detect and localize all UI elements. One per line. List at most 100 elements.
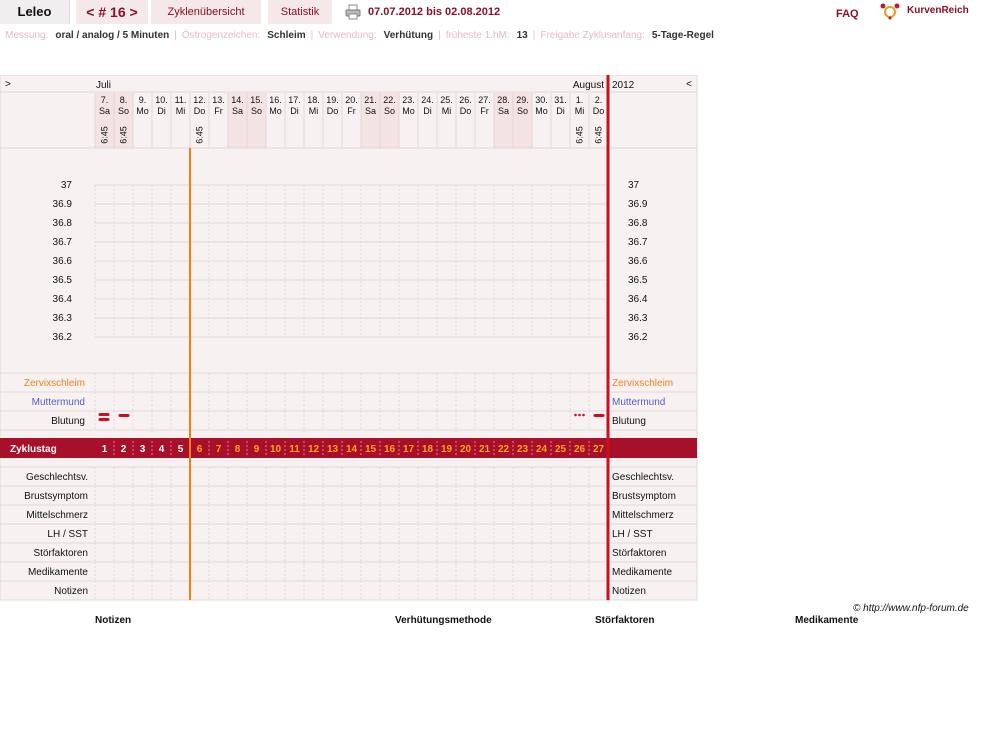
day-number: 25. bbox=[440, 95, 453, 105]
separator: | bbox=[310, 30, 314, 41]
weekday: Mo bbox=[535, 106, 548, 116]
row-label-cervical-mucus-right: Zervixschleim bbox=[612, 378, 673, 389]
day-number: 7. bbox=[101, 95, 109, 105]
temp-tick-right: 36.8 bbox=[628, 218, 648, 229]
cycle-day-number: 25 bbox=[555, 444, 567, 455]
setting-value-earliest: 13 bbox=[516, 30, 528, 41]
bleeding-mark bbox=[98, 413, 110, 416]
weekday: Fr bbox=[480, 106, 489, 116]
faq-link[interactable]: FAQ bbox=[836, 8, 859, 20]
cycle-day-number: 6 bbox=[197, 444, 203, 455]
temp-tick-left: 36.7 bbox=[53, 237, 73, 248]
weekday: So bbox=[384, 106, 395, 116]
cycle-day-number: 4 bbox=[159, 444, 165, 455]
cycle-navigator[interactable]: < # 16 > bbox=[76, 0, 148, 24]
day-number: 27. bbox=[478, 95, 491, 105]
cycle-day-number: 21 bbox=[479, 444, 491, 455]
row-label-cervix-right: Muttermund bbox=[612, 397, 665, 408]
setting-label-measurement: Messung: bbox=[5, 30, 49, 41]
bottom-row-label-right: Brustsymptom bbox=[612, 491, 676, 502]
logo-icon bbox=[880, 3, 900, 20]
temp-tick-right: 36.9 bbox=[628, 199, 648, 210]
temp-tick-left: 37 bbox=[61, 180, 73, 191]
weekday: Di bbox=[290, 106, 299, 116]
measure-time: 6:45 bbox=[100, 126, 110, 144]
day-number: 26. bbox=[459, 95, 472, 105]
bottom-row-label: Mittelschmerz bbox=[26, 510, 88, 521]
day-number: 15. bbox=[250, 95, 263, 105]
nav-prev[interactable]: > bbox=[5, 79, 11, 90]
weekday: Mi bbox=[442, 106, 452, 116]
temp-tick-right: 36.3 bbox=[628, 313, 648, 324]
spotting-dot bbox=[582, 413, 585, 417]
day-number: 13. bbox=[212, 95, 225, 105]
weekday: Mi bbox=[309, 106, 319, 116]
cycle-day-number: 2 bbox=[121, 444, 127, 455]
weekday: Fr bbox=[347, 106, 356, 116]
setting-label-usage: Verwendung: bbox=[318, 30, 377, 41]
spotting-dot bbox=[574, 413, 577, 417]
row-label-cervix: Muttermund bbox=[32, 397, 85, 408]
day-number: 31. bbox=[554, 95, 567, 105]
bottom-row-label: Notizen bbox=[54, 586, 88, 597]
day-number: 30. bbox=[535, 95, 548, 105]
setting-value-measurement: oral / analog / 5 Minuten bbox=[55, 30, 170, 41]
cycle-day-number: 22 bbox=[498, 444, 510, 455]
weekday: Di bbox=[556, 106, 565, 116]
day-number: 19. bbox=[326, 95, 339, 105]
weekday: Sa bbox=[365, 106, 376, 116]
weekday: Mo bbox=[269, 106, 282, 116]
user-name: Leleo bbox=[0, 0, 70, 24]
measure-time: 6:45 bbox=[195, 126, 205, 144]
cycle-day-number: 17 bbox=[403, 444, 415, 455]
cycle-day-number: 14 bbox=[346, 444, 358, 455]
bottom-row-label: Geschlechtsv. bbox=[26, 472, 88, 483]
weekday: Mi bbox=[575, 106, 585, 116]
bottom-row-label-right: Geschlechtsv. bbox=[612, 472, 674, 483]
month-end: August bbox=[573, 80, 604, 91]
measure-time: 6:45 bbox=[119, 126, 129, 144]
logo-text: KurvenReich bbox=[907, 5, 969, 16]
weekday: Do bbox=[194, 106, 206, 116]
tab-cycle-overview[interactable]: Zyklenübersicht bbox=[151, 0, 261, 24]
weekday: Do bbox=[327, 106, 339, 116]
setting-value-usage: Verhütung bbox=[383, 30, 434, 41]
weekday: Mo bbox=[136, 106, 149, 116]
day-number: 17. bbox=[288, 95, 301, 105]
settings-line: Messung: oral / analog / 5 Minuten | Östrog… bbox=[5, 30, 719, 41]
cycle-chart: > <Juli August 20127.Sa6:458.So6:459.Mo10.D… bbox=[0, 75, 698, 601]
day-number: 9. bbox=[139, 95, 147, 105]
day-number: 22. bbox=[383, 95, 396, 105]
day-number: 14. bbox=[231, 95, 244, 105]
temp-tick-right: 36.5 bbox=[628, 275, 648, 286]
nav-next[interactable]: < bbox=[686, 79, 692, 90]
top-bar: Leleo < # 16 > Zyklenübersicht Statistik… bbox=[0, 0, 981, 24]
weekday: Fr bbox=[214, 106, 223, 116]
cycle-day-number: 12 bbox=[308, 444, 320, 455]
tab-statistics[interactable]: Statistik bbox=[268, 0, 332, 24]
bottom-row-label: Brustsymptom bbox=[24, 491, 88, 502]
bleeding-mark bbox=[593, 414, 605, 417]
day-number: 21. bbox=[364, 95, 377, 105]
year: 2012 bbox=[612, 80, 635, 91]
weekday: So bbox=[118, 106, 129, 116]
weekday: Do bbox=[593, 106, 605, 116]
bottom-row-label-right: Medikamente bbox=[612, 567, 672, 578]
bleeding-mark bbox=[118, 414, 130, 417]
printer-icon[interactable] bbox=[345, 4, 361, 20]
temp-tick-left: 36.8 bbox=[53, 218, 73, 229]
bottom-row-label-right: Notizen bbox=[612, 586, 646, 597]
weekday: So bbox=[517, 106, 528, 116]
footer-contraception: Verhütungsmethode bbox=[395, 615, 492, 626]
kurvenreich-logo[interactable]: KurvenReich bbox=[880, 2, 980, 22]
cycle-day-number: 11 bbox=[289, 444, 300, 455]
temp-tick-right: 36.2 bbox=[628, 332, 648, 343]
weekday: Di bbox=[157, 106, 166, 116]
cycle-day-number: 8 bbox=[235, 444, 241, 455]
day-number: 10. bbox=[155, 95, 168, 105]
row-label-bleeding: Blutung bbox=[51, 416, 85, 427]
weekday: Sa bbox=[99, 106, 110, 116]
cycle-day-number: 16 bbox=[384, 444, 396, 455]
bleeding-mark bbox=[98, 418, 110, 421]
temp-tick-left: 36.4 bbox=[53, 294, 73, 305]
